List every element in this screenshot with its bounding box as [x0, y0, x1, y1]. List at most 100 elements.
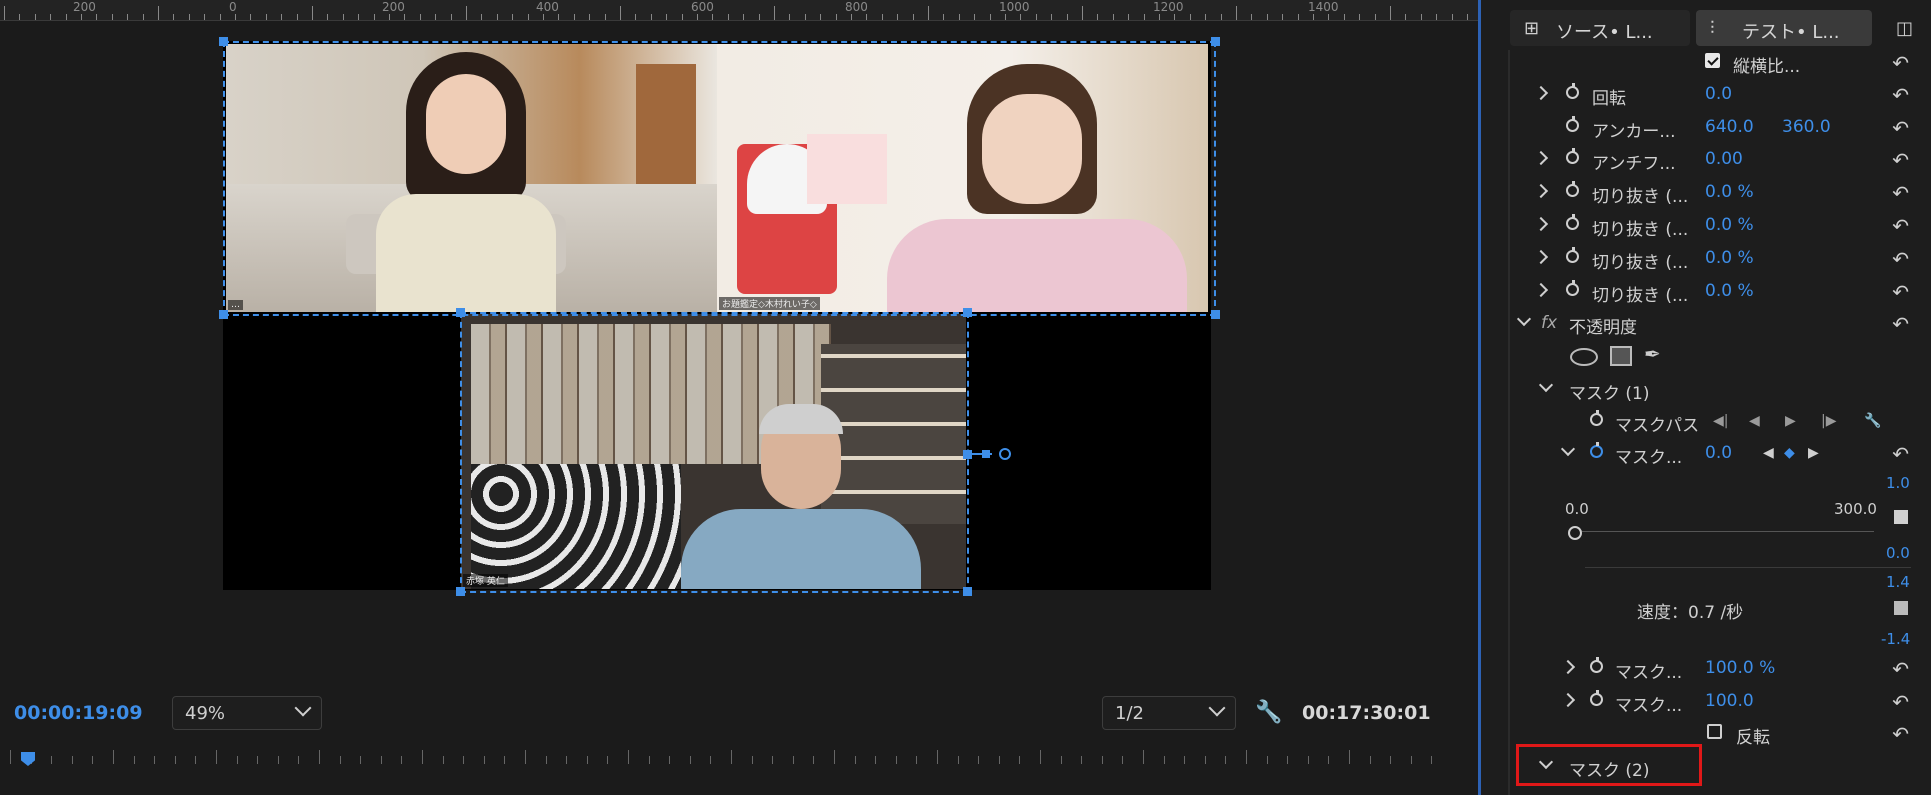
scrubber-tick: [10, 750, 11, 764]
rotation-handle[interactable]: [982, 450, 990, 458]
aspect-ratio-label: 縦横比...: [1733, 57, 1801, 77]
wrench-icon[interactable]: 🔧: [1255, 700, 1282, 725]
reset-icon[interactable]: ↶: [1892, 214, 1909, 238]
annotation-highlight-box: [1516, 744, 1702, 786]
stopwatch-icon[interactable]: [1566, 181, 1579, 197]
transform-handle[interactable]: [963, 587, 972, 596]
chevron-down-icon[interactable]: [1516, 311, 1532, 327]
mask-feather-value[interactable]: 0.0: [1705, 443, 1732, 463]
track-backward-one-icon[interactable]: ◀|: [1713, 413, 1728, 429]
transform-handle[interactable]: [219, 37, 228, 46]
resolution-select[interactable]: 1/2: [1102, 696, 1236, 730]
chevron-right-icon[interactable]: [1533, 150, 1549, 166]
rotation-value[interactable]: 0.0: [1705, 84, 1732, 104]
anchor-y-value[interactable]: 360.0: [1782, 117, 1831, 137]
chevron-down-icon[interactable]: [1538, 377, 1554, 393]
stopwatch-icon[interactable]: [1566, 83, 1579, 99]
reset-icon[interactable]: ↶: [1892, 83, 1909, 107]
track-forward-one-icon[interactable]: |▶: [1821, 413, 1836, 429]
transform-handle[interactable]: [963, 308, 972, 317]
reset-icon[interactable]: ↶: [1892, 148, 1909, 172]
tab-source[interactable]: ⊞ ソース• L...: [1510, 10, 1690, 46]
stopwatch-icon[interactable]: [1566, 247, 1579, 263]
scrubber-tick: [916, 756, 918, 764]
antiflicker-value[interactable]: 0.00: [1705, 149, 1743, 169]
reset-icon[interactable]: ↶: [1892, 690, 1909, 714]
reset-icon[interactable]: ↶: [1892, 280, 1909, 304]
crop-value[interactable]: 0.0 %: [1705, 215, 1754, 235]
mask-1-label[interactable]: マスク (1): [1569, 379, 1649, 404]
chevron-right-icon[interactable]: [1560, 692, 1576, 708]
stopwatch-icon[interactable]: [1590, 657, 1603, 673]
panel-menu-button[interactable]: ◫: [1886, 10, 1926, 46]
slider-thumb[interactable]: [1568, 526, 1582, 540]
reset-icon[interactable]: ↶: [1892, 312, 1909, 336]
stopwatch-icon[interactable]: [1590, 690, 1603, 706]
stopwatch-icon[interactable]: [1590, 442, 1603, 458]
fx-icon[interactable]: fx: [1541, 313, 1557, 333]
chevron-down-icon: [294, 699, 312, 717]
invert-checkbox[interactable]: [1707, 724, 1722, 739]
mask-opacity-value[interactable]: 100.0 %: [1705, 658, 1775, 678]
zoom-select[interactable]: 49%: [172, 696, 322, 730]
velocity-handle[interactable]: [1894, 601, 1908, 615]
video-tile-top-left[interactable]: …: [226, 44, 717, 312]
stopwatch-icon[interactable]: [1566, 148, 1579, 164]
ruler-tick: [774, 6, 775, 20]
chevron-right-icon[interactable]: [1533, 216, 1549, 232]
track-forward-icon[interactable]: ▶: [1785, 413, 1796, 429]
graph-marker: [1894, 510, 1908, 524]
transform-handle[interactable]: [1211, 310, 1220, 319]
ruler-tick: [1467, 14, 1468, 20]
reset-icon[interactable]: ↶: [1892, 116, 1909, 140]
crop-value[interactable]: 0.0 %: [1705, 182, 1754, 202]
program-canvas[interactable]: … お題鑑定◇木村れい子◇ 赤塚 英仁: [223, 41, 1211, 590]
anchor-x-value[interactable]: 640.0: [1705, 117, 1754, 137]
ruler-tick: [789, 14, 791, 20]
value-graph[interactable]: [1585, 470, 1911, 640]
current-timecode[interactable]: 00:00:19:09: [14, 702, 143, 724]
reset-icon[interactable]: ↶: [1892, 722, 1909, 746]
tab-effect-controls[interactable]: ⫶ テスト• L...: [1696, 10, 1872, 46]
reset-icon[interactable]: ↶: [1892, 442, 1909, 466]
ruler-tick: [543, 14, 544, 20]
wrench-icon[interactable]: 🔧: [1864, 413, 1881, 429]
chevron-right-icon[interactable]: [1560, 659, 1576, 675]
add-keyframe-icon[interactable]: ◆: [1784, 445, 1795, 461]
previous-keyframe-icon[interactable]: ◀: [1763, 445, 1774, 461]
chevron-right-icon[interactable]: [1533, 183, 1549, 199]
transform-handle[interactable]: [456, 308, 465, 317]
video-tile-top-right[interactable]: お題鑑定◇木村れい子◇: [717, 44, 1208, 312]
reset-icon[interactable]: ↶: [1892, 181, 1909, 205]
row-anchor: アンカー... 640.0 360.0 ↶: [1481, 111, 1931, 143]
chevron-right-icon[interactable]: [1533, 85, 1549, 101]
stopwatch-icon[interactable]: [1566, 214, 1579, 230]
playback-scrubber[interactable]: [0, 742, 1440, 772]
anchor-point-handle[interactable]: [999, 448, 1011, 460]
chevron-right-icon[interactable]: [1533, 249, 1549, 265]
panel-tabs: ⊞ ソース• L... ⫶ テスト• L... ◫: [1508, 6, 1931, 50]
track-backward-icon[interactable]: ◀: [1749, 413, 1760, 429]
stopwatch-icon[interactable]: [1566, 280, 1579, 296]
stopwatch-icon[interactable]: [1590, 410, 1603, 426]
pen-tool-icon[interactable]: ✒: [1644, 342, 1661, 366]
crop-value[interactable]: 0.0 %: [1705, 248, 1754, 268]
video-tile-bottom[interactable]: 赤塚 英仁: [461, 314, 966, 589]
ellipse-mask-icon[interactable]: [1570, 348, 1598, 366]
transform-handle[interactable]: [963, 450, 972, 459]
reset-icon[interactable]: ↶: [1892, 247, 1909, 271]
chevron-down-icon[interactable]: [1560, 441, 1576, 457]
next-keyframe-icon[interactable]: ▶: [1808, 445, 1819, 461]
reset-icon[interactable]: ↶: [1892, 51, 1909, 75]
mask-expansion-value[interactable]: 100.0: [1705, 691, 1754, 711]
slider-track[interactable]: [1582, 531, 1874, 532]
stopwatch-icon[interactable]: [1566, 116, 1579, 132]
reset-icon[interactable]: ↶: [1892, 657, 1909, 681]
chevron-right-icon[interactable]: [1533, 282, 1549, 298]
transform-handle[interactable]: [219, 310, 228, 319]
transform-handle[interactable]: [1211, 37, 1220, 46]
aspect-ratio-checkbox[interactable]: [1705, 53, 1720, 68]
rectangle-mask-icon[interactable]: [1610, 346, 1632, 366]
transform-handle[interactable]: [456, 587, 465, 596]
crop-value[interactable]: 0.0 %: [1705, 281, 1754, 301]
